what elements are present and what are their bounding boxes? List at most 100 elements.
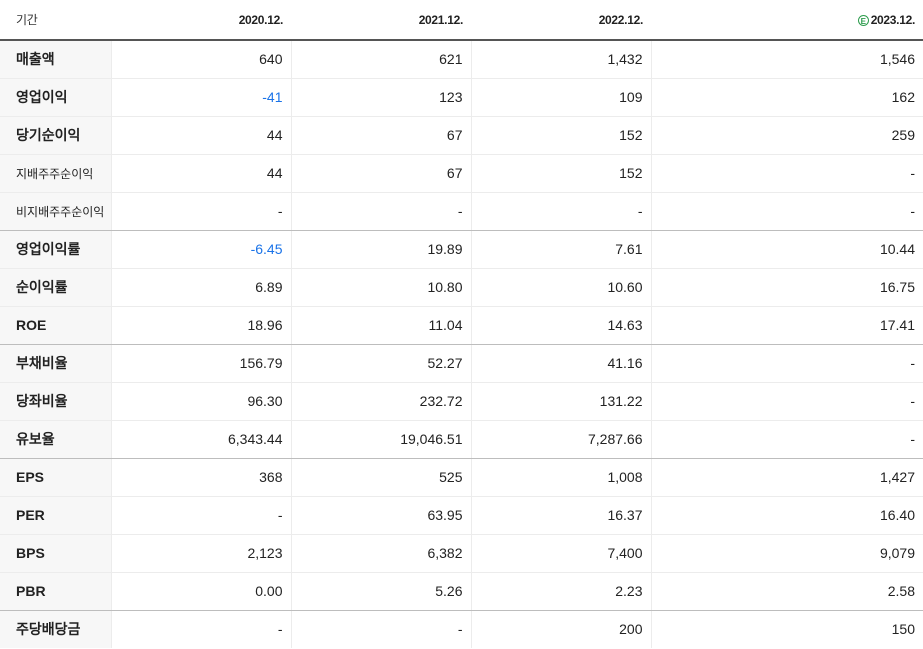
table-cell: 156.79 bbox=[110, 344, 291, 383]
table-cell: 67 bbox=[290, 154, 471, 193]
row-label: 당좌비율 bbox=[0, 382, 111, 421]
row-label: 주당배당금 bbox=[0, 610, 111, 648]
table-cell: 640 bbox=[110, 40, 291, 79]
table-cell: - bbox=[470, 192, 651, 231]
table-cell: 41.16 bbox=[470, 344, 651, 383]
table-cell: 67 bbox=[290, 116, 471, 155]
table-row: 매출액 640 621 1,432 1,546 bbox=[0, 40, 923, 79]
table-cell: 6,343.44 bbox=[110, 420, 291, 459]
table-cell: 131.22 bbox=[470, 382, 651, 421]
table-cell: 1,008 bbox=[470, 458, 651, 497]
row-label: 지배주주순이익 bbox=[0, 154, 111, 193]
row-label: 영업이익 bbox=[0, 78, 111, 117]
row-label: 매출액 bbox=[0, 40, 111, 79]
row-label: 부채비율 bbox=[0, 344, 111, 383]
table-cell: 232.72 bbox=[290, 382, 471, 421]
estimate-icon: E bbox=[857, 14, 869, 26]
table-cell: 52.27 bbox=[290, 344, 471, 383]
table-row: 비지배주주순이익 - - - - bbox=[0, 192, 923, 231]
table-cell: 152 bbox=[470, 116, 651, 155]
table-row: 순이익률 6.89 10.80 10.60 16.75 bbox=[0, 268, 923, 307]
table-row: ROE 18.96 11.04 14.63 17.41 bbox=[0, 306, 923, 345]
table-cell: 162 bbox=[650, 78, 923, 117]
row-label: EPS bbox=[0, 458, 111, 497]
column-header-2022: 2022.12. bbox=[471, 0, 651, 41]
table-cell: 2.23 bbox=[470, 572, 651, 611]
table-cell: 11.04 bbox=[290, 306, 471, 345]
table-row: 당기순이익 44 67 152 259 bbox=[0, 116, 923, 155]
table-cell: - bbox=[290, 192, 471, 231]
column-header-2020: 2020.12. bbox=[111, 0, 291, 41]
table-cell: 7,400 bbox=[470, 534, 651, 573]
row-label: PBR bbox=[0, 572, 111, 611]
table-cell: 1,427 bbox=[650, 458, 923, 497]
table-cell: 152 bbox=[470, 154, 651, 193]
table-cell: 2,123 bbox=[110, 534, 291, 573]
table-cell: 10.60 bbox=[470, 268, 651, 307]
table-cell: 17.41 bbox=[650, 306, 923, 345]
table-cell: - bbox=[650, 420, 923, 459]
table-cell: 123 bbox=[290, 78, 471, 117]
table-cell: 7.61 bbox=[470, 230, 651, 269]
row-label: 비지배주주순이익 bbox=[0, 192, 111, 231]
table-row: 주당배당금 - -200 150 bbox=[0, 610, 923, 648]
table-cell: -6.45 bbox=[110, 230, 291, 269]
table-cell: 44 bbox=[110, 154, 291, 193]
table-cell: 9,079 bbox=[650, 534, 923, 573]
period-header: 기간 bbox=[0, 0, 111, 41]
table-cell: - bbox=[650, 192, 923, 231]
table-cell: 16.37 bbox=[470, 496, 651, 535]
row-label: ROE bbox=[0, 306, 111, 345]
table-header: 기간 2020.12. 2021.12. 2022.12. E 2023.12. bbox=[0, 0, 923, 41]
table-cell: 44 bbox=[110, 116, 291, 155]
row-label: 유보율 bbox=[0, 420, 111, 459]
table-cell: 18.96 bbox=[110, 306, 291, 345]
row-label: 영업이익률 bbox=[0, 230, 111, 269]
table-cell: 200 bbox=[470, 610, 651, 648]
row-label: 순이익률 bbox=[0, 268, 111, 307]
table-body: 매출액 640 621 1,432 1,546 영업이익 -41 123 109 162 당기순이익… bbox=[0, 40, 923, 648]
table-cell: - bbox=[650, 382, 923, 421]
table-cell: 16.75 bbox=[650, 268, 923, 307]
table-cell: 150 bbox=[650, 610, 923, 648]
table-cell: - bbox=[110, 192, 291, 231]
header-row: 기간 2020.12. 2021.12. 2022.12. E 2023.12. bbox=[0, 0, 923, 41]
table-cell: 0.00 bbox=[110, 572, 291, 611]
table-cell: - bbox=[650, 154, 923, 193]
table-cell: - bbox=[110, 496, 291, 535]
table-cell: 7,287.66 bbox=[470, 420, 651, 459]
table-cell: 16.40 bbox=[650, 496, 923, 535]
table-cell: 19,046.51 bbox=[290, 420, 471, 459]
table-cell: 19.89 bbox=[290, 230, 471, 269]
table-cell: 5.26 bbox=[290, 572, 471, 611]
table-row: 지배주주순이익 44 67 152- bbox=[0, 154, 923, 193]
table-row: 영업이익 -41 123 109 162 bbox=[0, 78, 923, 117]
table-cell: -41 bbox=[110, 78, 291, 117]
table-row: BPS 2,123 6,382 7,400 9,079 bbox=[0, 534, 923, 573]
table-row: 유보율 6,343.44 19,046.51 7,287.66- bbox=[0, 420, 923, 459]
table-cell: 96.30 bbox=[110, 382, 291, 421]
table-cell: 368 bbox=[110, 458, 291, 497]
table-row: 당좌비율 96.30 232.72 131.22- bbox=[0, 382, 923, 421]
table-row: 영업이익률 -6.45 19.89 7.61 10.44 bbox=[0, 230, 923, 269]
row-label: PER bbox=[0, 496, 111, 535]
table-cell: 259 bbox=[650, 116, 923, 155]
table-cell: - bbox=[290, 610, 471, 648]
table-cell: 6,382 bbox=[290, 534, 471, 573]
table-row: 부채비율 156.79 52.27 41.16- bbox=[0, 344, 923, 383]
table-cell: 63.95 bbox=[290, 496, 471, 535]
table-cell: 6.89 bbox=[110, 268, 291, 307]
table-row: EPS 368 525 1,008 1,427 bbox=[0, 458, 923, 497]
row-label: BPS bbox=[0, 534, 111, 573]
table-cell: 10.80 bbox=[290, 268, 471, 307]
table-cell: - bbox=[110, 610, 291, 648]
table-cell: 525 bbox=[290, 458, 471, 497]
table-row: PBR 0.00 5.26 2.23 2.58 bbox=[0, 572, 923, 611]
table-cell: 14.63 bbox=[470, 306, 651, 345]
row-label: 당기순이익 bbox=[0, 116, 111, 155]
table-cell: 2.58 bbox=[650, 572, 923, 611]
table-cell: 1,432 bbox=[470, 40, 651, 79]
table-cell: 1,546 bbox=[650, 40, 923, 79]
financial-summary-table: 기간 2020.12. 2021.12. 2022.12. E 2023.12. … bbox=[0, 0, 923, 648]
table-cell: - bbox=[650, 344, 923, 383]
